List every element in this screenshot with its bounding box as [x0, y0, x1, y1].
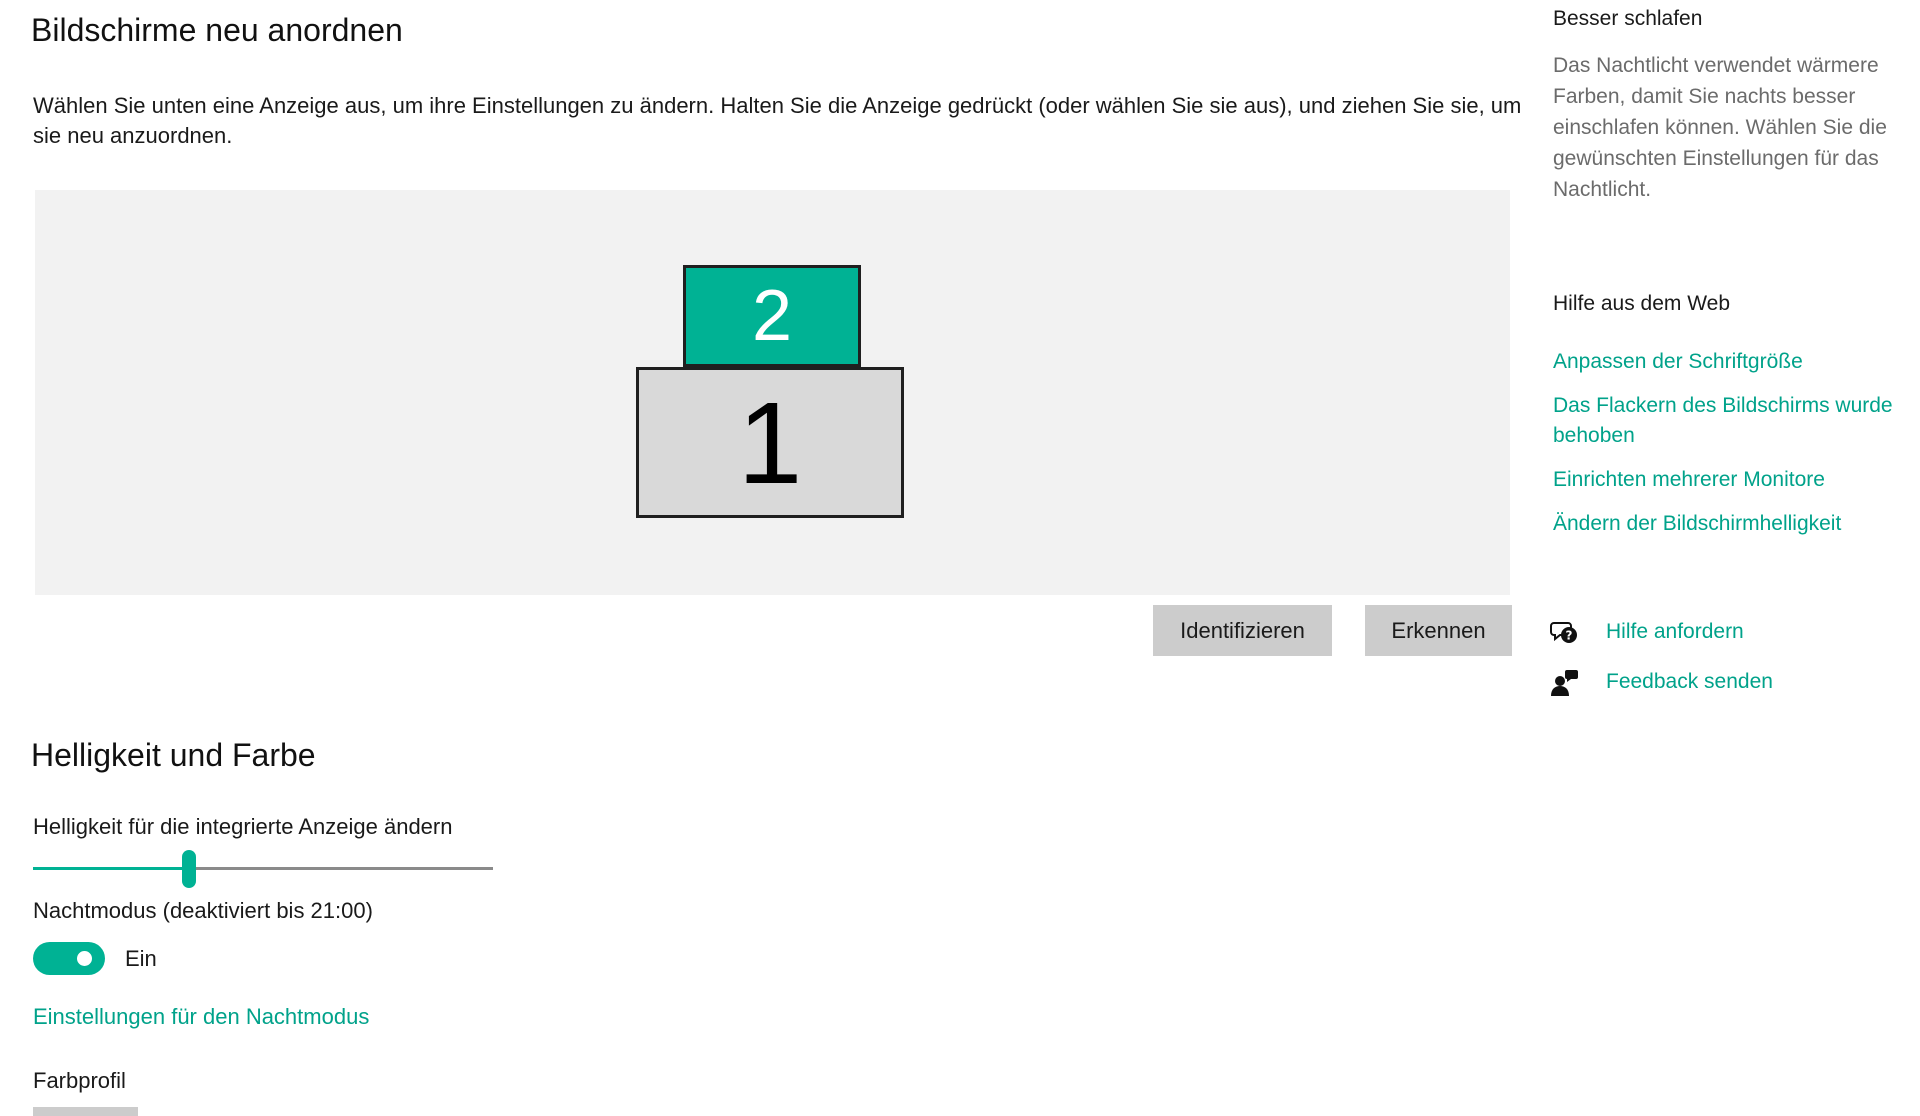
color-profile-dropdown[interactable] — [33, 1107, 138, 1116]
nightmode-state-text: Ein — [125, 946, 157, 971]
brightness-slider[interactable] — [33, 848, 493, 890]
sleep-better-title: Besser schlafen — [1553, 7, 1703, 30]
help-link-screen-flicker[interactable]: Das Flackern des Bildschirms wurde behob… — [1553, 391, 1918, 451]
web-help-title: Hilfe aus dem Web — [1553, 292, 1731, 315]
person-feedback-icon — [1551, 670, 1578, 696]
help-link-multiple-monitors[interactable]: Einrichten mehrerer Monitore — [1553, 465, 1918, 495]
arrange-instructions: Wählen Sie unten eine Anzeige aus, um ih… — [33, 93, 1522, 148]
identify-button[interactable]: Identifizieren — [1153, 605, 1332, 656]
nightmode-label: Nachtmodus (deaktiviert bis 21:00) — [33, 898, 373, 923]
help-link-font-size[interactable]: Anpassen der Schriftgröße — [1553, 347, 1918, 377]
section-title-brightness: Helligkeit und Farbe — [31, 737, 316, 773]
send-feedback-link[interactable]: Feedback senden — [1606, 670, 1773, 694]
monitor-2-tile[interactable]: 2 — [683, 265, 861, 367]
section-title-arrange: Bildschirme neu anordnen — [31, 12, 403, 48]
color-profile-label: Farbprofil — [33, 1068, 126, 1093]
display-arrangement-canvas[interactable]: 2 1 — [35, 190, 1510, 595]
monitor-1-tile[interactable]: 1 — [636, 367, 904, 518]
toggle-knob — [77, 951, 92, 966]
brightness-slider-label: Helligkeit für die integrierte Anzeige ä… — [33, 814, 453, 839]
sleep-better-text: Das Nachtlicht verwendet wärmere Farben,… — [1553, 54, 1887, 201]
monitor-1-number: 1 — [737, 377, 803, 508]
slider-thumb[interactable] — [182, 850, 197, 888]
chat-question-icon: ? — [1550, 622, 1577, 643]
svg-text:?: ? — [1566, 629, 1573, 643]
nightmode-toggle[interactable] — [33, 942, 105, 975]
help-link-screen-brightness[interactable]: Ändern der Bildschirmhelligkeit — [1553, 509, 1918, 539]
slider-fill — [33, 867, 190, 870]
nightmode-settings-link[interactable]: Einstellungen für den Nachtmodus — [33, 1004, 369, 1030]
get-help-link[interactable]: Hilfe anfordern — [1606, 620, 1744, 644]
detect-button[interactable]: Erkennen — [1365, 605, 1512, 656]
monitor-2-number: 2 — [751, 276, 793, 356]
